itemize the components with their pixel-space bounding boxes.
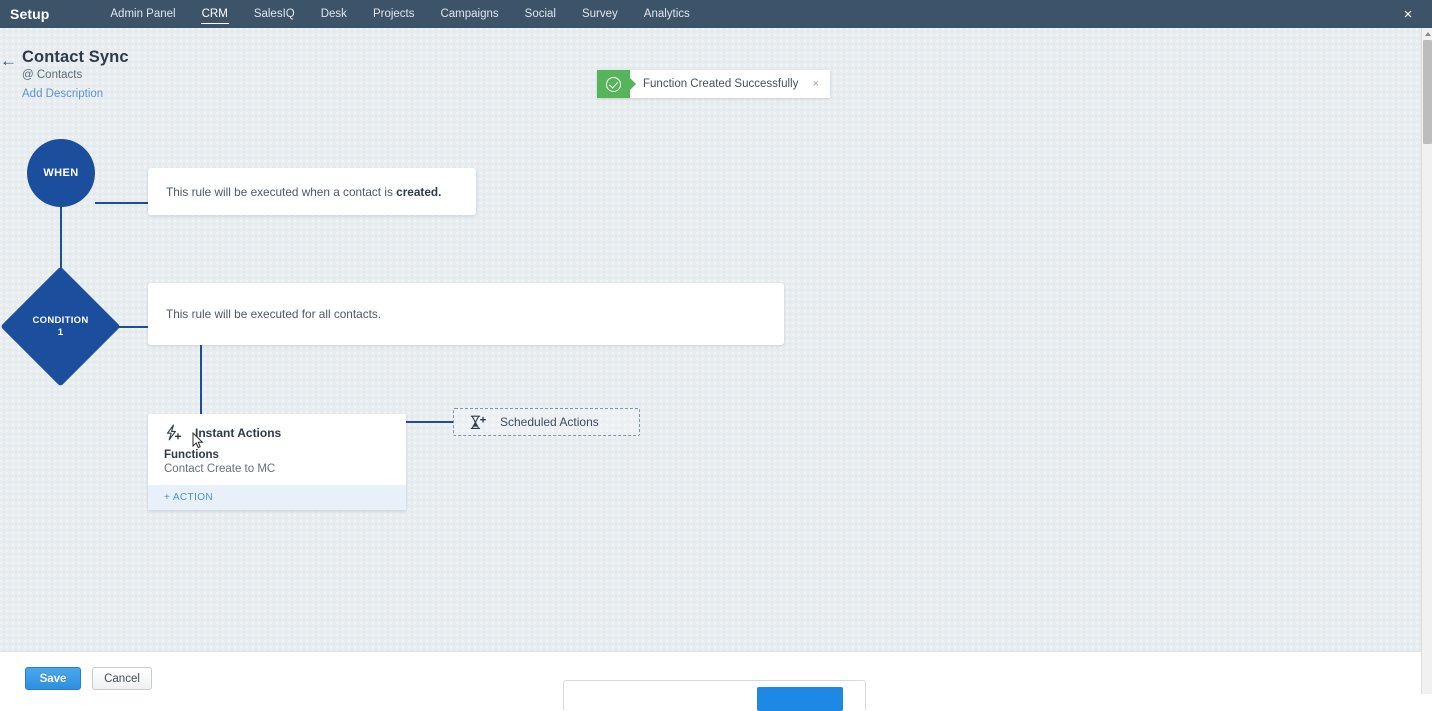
nav-item-crm[interactable]: CRM <box>189 0 241 28</box>
condition-node-label: CONDITION 1 <box>18 284 103 369</box>
nav-item-salesiq[interactable]: SalesIQ <box>241 0 308 28</box>
nav-item-analytics[interactable]: Analytics <box>631 0 703 28</box>
when-rule-card[interactable]: This rule will be executed when a contac… <box>148 168 476 215</box>
condition-rule-card[interactable]: This rule will be executed for all conta… <box>148 283 784 345</box>
cancel-button[interactable]: Cancel <box>92 667 152 690</box>
instant-actions-body: Functions Contact Create to MC <box>148 447 406 485</box>
nav-item-desk[interactable]: Desk <box>308 0 360 28</box>
nav-item-social[interactable]: Social <box>512 0 569 28</box>
toast-message: Function Created Successfully <box>643 78 810 90</box>
scheduled-actions-title: Scheduled Actions <box>500 415 599 429</box>
condition-rule-text: This rule will be executed for all conta… <box>166 307 381 321</box>
nav-item-admin-panel[interactable]: Admin Panel <box>97 0 188 28</box>
toast-body: Function Created Successfully × <box>630 70 830 98</box>
condition-node[interactable]: CONDITION 1 <box>18 284 103 369</box>
instant-action-value: Contact Create to MC <box>164 463 390 475</box>
scrollbar-thumb[interactable] <box>1423 40 1432 144</box>
instant-actions-card[interactable]: Instant Actions Functions Contact Create… <box>148 414 406 510</box>
success-check-icon <box>597 70 630 98</box>
instant-actions-title: Instant Actions <box>195 426 281 440</box>
app-brand-label: Setup <box>10 6 49 22</box>
page-title: Contact Sync <box>22 48 129 67</box>
workflow-canvas: ← Contact Sync @ Contacts Add Descriptio… <box>0 28 1421 651</box>
nav-item-campaigns[interactable]: Campaigns <box>427 0 511 28</box>
condition-label-line2: 1 <box>58 327 64 339</box>
instant-actions-header: Instant Actions <box>148 414 406 447</box>
scheduled-actions-card[interactable]: Scheduled Actions <box>453 408 640 436</box>
lightning-plus-icon <box>164 424 183 441</box>
condition-label-line1: CONDITION <box>32 315 88 327</box>
add-action-button[interactable]: + ACTION <box>148 485 406 510</box>
vertical-scrollbar[interactable] <box>1421 28 1432 694</box>
add-description-link[interactable]: Add Description <box>22 88 103 100</box>
save-button[interactable]: Save <box>25 667 81 690</box>
partial-dialog-primary-button[interactable] <box>757 687 843 711</box>
when-rule-text: This rule will be executed when a contac… <box>166 185 441 199</box>
when-node-label: WHEN <box>43 167 78 179</box>
nav-item-list: Admin Panel CRM SalesIQ Desk Projects Ca… <box>97 0 702 28</box>
connector-instant-to-scheduled <box>406 421 453 423</box>
scroll-up-arrow-icon[interactable] <box>1422 28 1432 39</box>
nav-item-projects[interactable]: Projects <box>360 0 428 28</box>
partial-dialog-panel[interactable] <box>563 680 866 710</box>
close-icon[interactable]: × <box>1394 0 1422 28</box>
when-node[interactable]: WHEN <box>27 139 95 207</box>
instant-action-name: Functions <box>164 449 390 461</box>
page-subtitle-module: @ Contacts <box>22 69 82 81</box>
success-toast: Function Created Successfully × <box>597 70 830 98</box>
toast-close-icon[interactable]: × <box>810 78 822 90</box>
top-navigation-bar: Setup Admin Panel CRM SalesIQ Desk Proje… <box>0 0 1432 28</box>
hourglass-plus-icon <box>468 414 487 431</box>
back-arrow-icon[interactable]: ← <box>0 52 18 70</box>
connector-condition-to-actions <box>200 345 202 414</box>
connector-when-to-card <box>95 202 149 204</box>
nav-item-survey[interactable]: Survey <box>569 0 631 28</box>
